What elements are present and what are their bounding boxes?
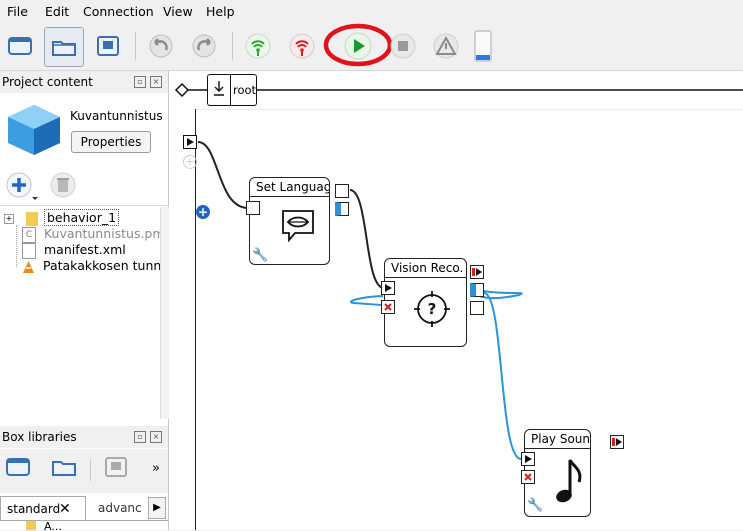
root-input-port[interactable] [183,135,197,149]
menu-bar: File Edit Connection View Help [0,0,743,22]
menu-file[interactable]: File [7,4,28,19]
set-language-output-port[interactable] [335,184,349,198]
box-libraries-title: Box libraries [2,430,77,444]
vision-reco-start-port[interactable] [381,281,395,295]
tab-advanced[interactable]: advanc [92,496,144,520]
connect-icon[interactable] [240,28,276,64]
open-library-icon[interactable] [50,455,78,482]
play-sound-start-port[interactable] [521,452,535,466]
properties-button[interactable]: Properties [71,131,151,153]
more-tools-button[interactable]: » [152,461,160,476]
undock-icon[interactable]: ▫ [134,431,146,443]
set-language-box[interactable]: Set Language 🔧 [249,177,330,265]
add-behavior-button[interactable] [4,171,38,206]
left-sidebar: Project content ▫ × Kuvantunnistus Prope… [0,71,173,531]
box-title: Set Language [250,178,329,197]
tree-scrollbar[interactable] [160,207,169,419]
vision-reco-output-port[interactable] [470,283,484,297]
undock-icon[interactable]: ▫ [134,76,146,88]
toolbar-divider [90,459,91,481]
tree-item-sound[interactable]: Patakakkosen tunn... [22,258,173,274]
battery-icon [465,28,501,64]
tree-item-label: Kuvantunnistus.pml [43,226,169,241]
stop-icon[interactable] [385,28,421,64]
expand-icon[interactable]: + [4,213,14,224]
box-title: Vision Reco. [385,259,466,278]
menu-view[interactable]: View [163,4,193,19]
folder-icon [25,211,38,226]
toolbar [0,22,743,71]
music-note-icon [556,459,582,503]
flow-diagram-canvas[interactable]: root + + Set Language 🔧 Vision Reco. [169,71,743,530]
project-panel-title: Project content [2,75,93,89]
toolbar-divider [135,32,136,60]
box-title: Play Sound [525,430,590,449]
close-icon[interactable]: × [150,431,162,443]
pml-file-icon: C [22,226,36,243]
open-folder-icon[interactable] [44,27,84,67]
tree-item-label: Patakakkosen tunn... [42,258,174,273]
vision-reco-done-port[interactable] [470,265,484,279]
tab-label: advanc [98,501,142,515]
project-content-header: Project content ▫ × [0,71,168,93]
target-question-icon: ? [414,291,450,327]
tab-standard[interactable]: standard ✕ [0,496,86,520]
divider [0,205,168,206]
warning-icon[interactable] [428,28,464,64]
play-sound-stop-port[interactable] [521,470,535,484]
vision-reco-box[interactable]: Vision Reco. ? [384,258,467,347]
vision-reco-output-port-2[interactable] [470,301,484,315]
xml-file-icon [22,242,36,259]
set-language-output-port-2[interactable] [335,202,349,216]
close-tab-icon[interactable]: ✕ [59,497,71,521]
folder-icon [26,521,36,530]
set-language-input-port[interactable] [246,201,260,215]
highlight-circle [323,23,393,67]
tab-label: standard [7,502,61,516]
close-icon[interactable]: × [150,76,162,88]
new-window-icon[interactable] [2,28,38,64]
play-sound-done-port[interactable] [610,435,624,449]
delete-icon[interactable] [48,171,78,204]
tree-item-label: manifest.xml [43,242,126,257]
project-cube-icon [6,103,62,160]
disconnect-icon[interactable] [284,28,320,64]
vision-reco-stop-port[interactable] [381,300,395,314]
toolbar-divider [232,32,233,60]
wrench-icon[interactable]: 🔧 [527,498,543,513]
tab-scroll-right-button[interactable]: ▶ [148,497,166,519]
tree-item-label: behavior_1 [43,209,120,226]
library-toolbar: » [0,449,168,493]
tree-item-behavior[interactable]: + behavior_1 [4,209,120,226]
add-port-icon[interactable]: + [196,205,210,219]
menu-help[interactable]: Help [206,4,235,19]
save-library-icon[interactable] [102,455,130,482]
redo-icon[interactable] [186,28,222,64]
speech-lips-icon [282,210,314,242]
tree-item-pml[interactable]: C Kuvantunnistus.pml [22,226,169,243]
vlc-cone-icon [23,260,34,273]
menu-connection[interactable]: Connection [83,4,154,19]
menu-edit[interactable]: Edit [45,4,69,19]
wrench-icon[interactable]: 🔧 [252,248,268,263]
add-input-icon[interactable]: + [183,155,197,169]
new-library-icon[interactable] [4,455,32,482]
save-icon[interactable] [90,28,126,64]
undo-icon[interactable] [143,28,179,64]
box-libraries-header: Box libraries ▫ × [0,426,168,448]
project-name: Kuvantunnistus [70,109,163,123]
tree-line [16,225,17,267]
tree-item-manifest[interactable]: manifest.xml [22,242,126,259]
svg-text:?: ? [428,300,437,318]
